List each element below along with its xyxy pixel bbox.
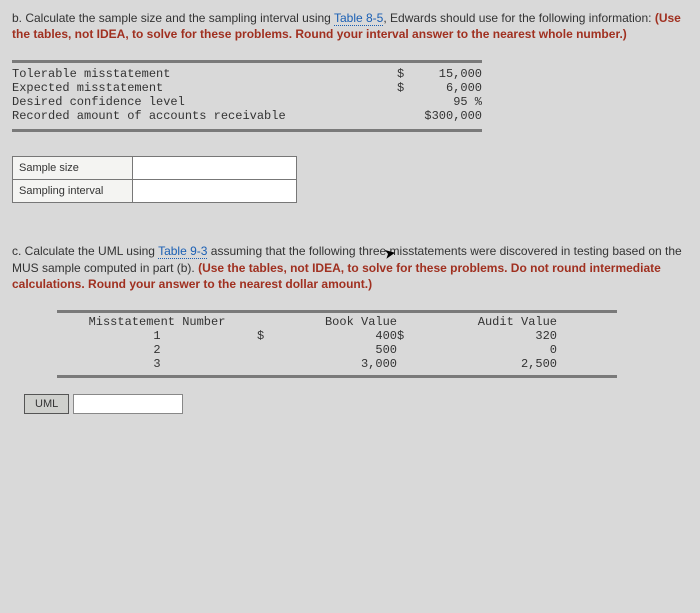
miss-av: 320 [457,329,557,343]
miss-n: 2 [57,343,257,357]
given-currency [397,95,412,109]
miss-n: 3 [57,357,257,371]
miss-bv: 3,000 [297,357,397,371]
given-label: Tolerable misstatement [12,67,397,81]
given-value: 6,000 [412,81,482,95]
miss-bv: 500 [297,343,397,357]
part-b-prompt: b. Calculate the sample size and the sam… [12,10,688,42]
uml-label: UML [24,394,69,414]
part-b-mid: , Edwards should use for the following i… [383,11,654,25]
miss-header: Misstatement Number Book Value Audit Val… [57,315,617,329]
miss-as [397,357,457,371]
table-9-3-link[interactable]: Table 9-3 [158,244,207,259]
given-row-1: Expected misstatement $ 6,000 [12,81,482,95]
sample-size-input[interactable] [133,157,296,179]
given-currency [397,109,412,123]
hdr-book: Book Value [297,315,397,329]
given-currency: $ [397,81,412,95]
miss-av: 2,500 [457,357,557,371]
miss-row: 1 $ 400 $ 320 [57,329,617,343]
given-label: Desired confidence level [12,95,397,109]
given-row-3: Recorded amount of accounts receivable $… [12,109,482,123]
given-data-block: Tolerable misstatement $ 15,000 Expected… [12,60,482,132]
part-c-prompt: c. Calculate the UML using Table 9-3 ass… [12,243,688,292]
miss-as [397,343,457,357]
miss-bs: $ [257,329,297,343]
answer-table: Sample size Sampling interval [12,156,297,203]
given-row-0: Tolerable misstatement $ 15,000 [12,67,482,81]
hdr-num: Misstatement Number [57,315,257,329]
miss-as: $ [397,329,457,343]
table-8-5-link[interactable]: Table 8-5 [334,11,383,26]
miss-bs [257,343,297,357]
miss-n: 1 [57,329,257,343]
miss-bs [257,357,297,371]
given-row-2: Desired confidence level 95 % [12,95,482,109]
miss-av: 0 [457,343,557,357]
part-b-prefix: b. Calculate the sample size and the sam… [12,11,334,25]
given-value: $300,000 [412,109,482,123]
sampling-interval-label: Sampling interval [13,180,133,203]
part-c-prefix: c. Calculate the UML using [12,244,158,258]
uml-row: UML [24,394,688,414]
uml-input[interactable] [73,394,183,414]
given-label: Recorded amount of accounts receivable [12,109,397,123]
miss-row: 2 500 0 [57,343,617,357]
given-currency: $ [397,67,412,81]
misstatement-block: Misstatement Number Book Value Audit Val… [57,310,617,378]
given-value: 15,000 [412,67,482,81]
miss-bv: 400 [297,329,397,343]
given-value: 95 % [412,95,482,109]
cursor-icon: ➤ [383,244,398,263]
given-label: Expected misstatement [12,81,397,95]
miss-row: 3 3,000 2,500 [57,357,617,371]
hdr-audit: Audit Value [457,315,557,329]
sample-size-label: Sample size [13,157,133,180]
sampling-interval-input[interactable] [133,180,296,202]
